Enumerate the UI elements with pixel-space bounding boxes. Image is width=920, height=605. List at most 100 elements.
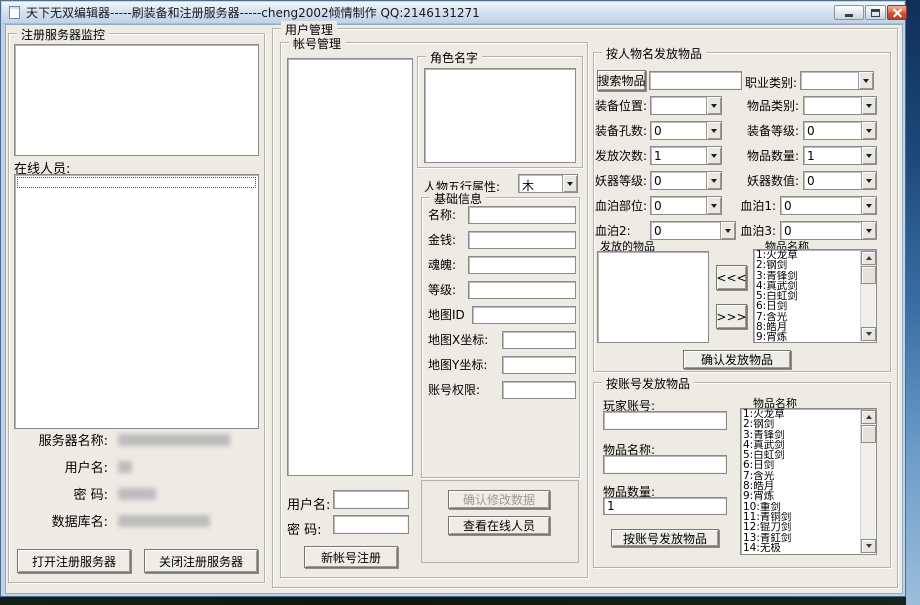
scroll-up-button[interactable] <box>861 251 876 265</box>
minimize-button[interactable] <box>834 5 864 20</box>
field-input[interactable] <box>502 331 576 349</box>
list-item[interactable]: 2:钢剑 <box>754 260 860 270</box>
combo-dropdown-button[interactable] <box>706 122 721 139</box>
list-item[interactable]: 5:白虹剑 <box>754 291 860 301</box>
combo-10[interactable]: 0 <box>780 196 877 215</box>
password-input[interactable] <box>333 515 409 534</box>
list-item[interactable]: 14:无极 <box>741 543 860 553</box>
combo-label: 装备孔数: <box>595 122 650 139</box>
field-input[interactable] <box>468 231 576 249</box>
combo-dropdown-button[interactable] <box>706 197 721 214</box>
combo-dropdown-button[interactable] <box>861 222 876 239</box>
account-list[interactable] <box>287 58 413 476</box>
combo-dropdown-button[interactable] <box>861 122 876 139</box>
player-account-input[interactable] <box>603 411 727 430</box>
open-register-server-button[interactable]: 打开注册服务器 <box>17 549 131 573</box>
scroll-down-button[interactable] <box>861 327 876 341</box>
role-name-list[interactable] <box>424 68 576 163</box>
list-item[interactable]: 9:宵炼 <box>741 491 860 501</box>
element-attribute-combo[interactable]: 木 <box>518 174 578 193</box>
search-item-button[interactable]: 搜索物品 <box>597 70 646 91</box>
move-item-out-button[interactable]: >>> <box>716 304 747 329</box>
list-item[interactable]: 8:皓月 <box>741 481 860 491</box>
censored-value <box>118 515 210 527</box>
search-item-input[interactable] <box>649 71 742 90</box>
chevron-down-icon <box>866 104 872 108</box>
combo-4[interactable]: 0 <box>803 121 877 140</box>
maximize-button[interactable] <box>865 5 886 20</box>
combo-1[interactable] <box>650 96 722 115</box>
close-register-server-button[interactable]: 关闭注册服务器 <box>144 549 258 573</box>
username-input[interactable] <box>333 490 409 509</box>
basic-info-row: 地图Y坐标: <box>428 352 576 377</box>
field-input[interactable] <box>472 306 576 324</box>
confirm-edit-button[interactable]: 确认修改数据 <box>448 490 550 509</box>
combo-dropdown-button[interactable] <box>706 172 721 189</box>
list-item[interactable]: 11:青铜剑 <box>741 512 860 522</box>
chevron-down-icon <box>567 182 573 186</box>
give-by-account-button[interactable]: 按账号发放物品 <box>611 529 719 547</box>
list-item[interactable]: 12:锟刀剑 <box>741 522 860 532</box>
field-input[interactable] <box>468 256 576 274</box>
combo-dropdown-button[interactable] <box>861 147 876 164</box>
combo-dropdown-button[interactable] <box>861 97 876 114</box>
online-users-focus-row[interactable] <box>17 177 256 188</box>
list-item[interactable]: 4:真武剑 <box>754 281 860 291</box>
list-item[interactable]: 13:青釭剑 <box>741 533 860 543</box>
server-monitor-list[interactable] <box>14 44 259 156</box>
job-class-combo-button[interactable] <box>858 72 873 89</box>
job-class-combo[interactable] <box>800 71 874 90</box>
list-item[interactable]: 3:青锋剑 <box>741 430 860 440</box>
combo-11[interactable]: 0 <box>650 221 736 240</box>
combo-3[interactable]: 0 <box>650 121 722 140</box>
combo-7[interactable]: 0 <box>650 171 722 190</box>
field-input[interactable] <box>502 356 576 374</box>
catalog-scrollbar-bottom[interactable] <box>860 410 875 553</box>
item-catalog-list-bottom[interactable]: 1:火龙草2:钢剑3:青锋剑4:真武剑5:白虹剑6:日剑7:含光8:皓月9:宵炼… <box>740 408 877 555</box>
combo-dropdown-button[interactable] <box>720 222 735 239</box>
catalog-scrollbar-top[interactable] <box>860 251 875 341</box>
screen: 天下无双编辑器-----刷装备和注册服务器-----cheng2002倾情制作 … <box>0 0 920 605</box>
list-item[interactable]: 7:含光 <box>754 312 860 322</box>
combo-2[interactable] <box>803 96 877 115</box>
scroll-thumb[interactable] <box>861 425 876 443</box>
combo-dropdown-button[interactable] <box>706 97 721 114</box>
list-item[interactable]: 8:皓月 <box>754 322 860 332</box>
title-bar[interactable]: 天下无双编辑器-----刷装备和注册服务器-----cheng2002倾情制作 … <box>2 2 904 24</box>
item-name-input[interactable] <box>603 455 727 474</box>
field-input[interactable] <box>468 206 576 224</box>
confirm-give-button[interactable]: 确认发放物品 <box>683 350 791 369</box>
scroll-thumb[interactable] <box>861 266 876 284</box>
list-item[interactable]: 6:日剑 <box>741 460 860 470</box>
combo-6[interactable]: 1 <box>803 146 877 165</box>
list-item[interactable]: 7:含光 <box>741 471 860 481</box>
element-combo-button[interactable] <box>562 175 577 192</box>
field-input[interactable] <box>502 381 576 399</box>
list-item[interactable]: 10:重剑 <box>741 502 860 512</box>
combo-dropdown-button[interactable] <box>706 147 721 164</box>
combo-5[interactable]: 1 <box>650 146 722 165</box>
list-item[interactable]: 6:日剑 <box>754 301 860 311</box>
combo-dropdown-button[interactable] <box>861 197 876 214</box>
scroll-up-button[interactable] <box>861 410 876 424</box>
move-item-in-button[interactable]: <<< <box>716 265 747 290</box>
list-item[interactable]: 3:青锋剑 <box>754 271 860 281</box>
combo-dropdown-button[interactable] <box>861 172 876 189</box>
combo-9[interactable]: 0 <box>650 196 722 215</box>
register-account-button[interactable]: 新帐号注册 <box>304 546 398 568</box>
list-item[interactable]: 1:火龙草 <box>741 409 860 419</box>
close-button[interactable] <box>887 5 907 20</box>
combo-8[interactable]: 0 <box>803 171 877 190</box>
item-qty-input[interactable]: 1 <box>603 497 727 515</box>
list-item[interactable]: 5:白虹剑 <box>741 450 860 460</box>
scroll-down-button[interactable] <box>861 539 876 553</box>
list-item[interactable]: 4:真武剑 <box>741 440 860 450</box>
give-items-list[interactable] <box>597 251 709 343</box>
online-users-list[interactable] <box>14 174 259 429</box>
list-item[interactable]: 9:宵炼 <box>754 332 860 342</box>
item-catalog-list-top[interactable]: 1:火龙草2:钢剑3:青锋剑4:真武剑5:白虹剑6:日剑7:含光8:皓月9:宵炼… <box>753 249 877 343</box>
list-item[interactable]: 1:火龙草 <box>754 250 860 260</box>
list-item[interactable]: 2:钢剑 <box>741 419 860 429</box>
view-online-button[interactable]: 查看在线人员 <box>448 516 550 535</box>
field-input[interactable] <box>468 281 576 299</box>
